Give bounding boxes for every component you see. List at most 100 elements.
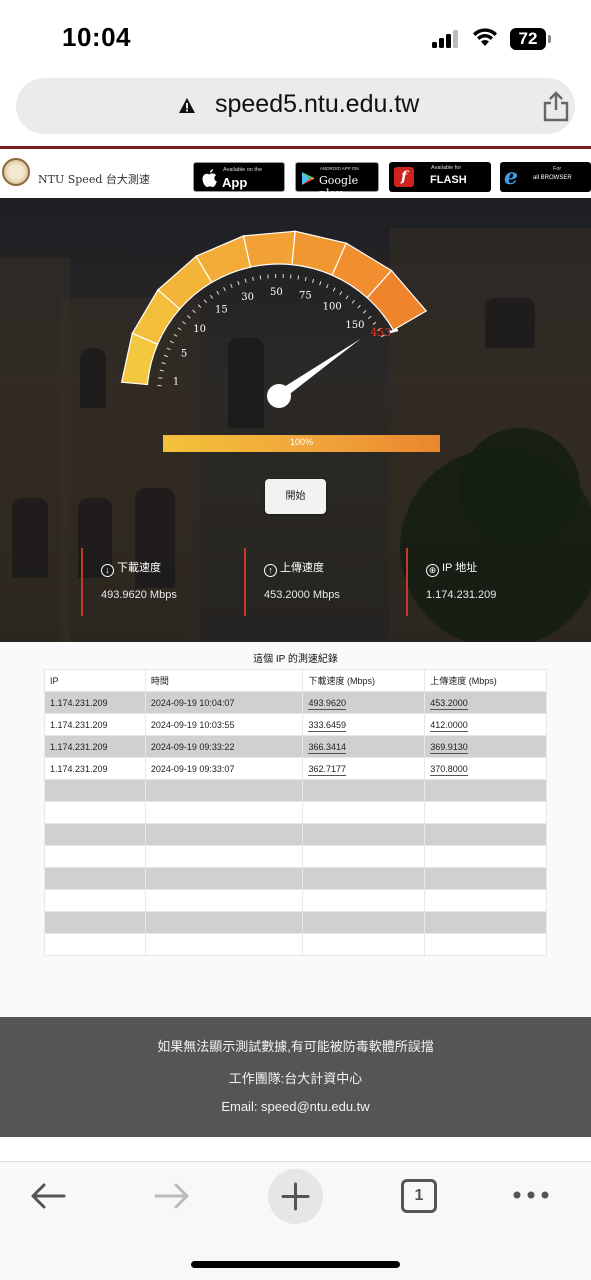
table-row-empty: [44, 801, 547, 824]
url-text[interactable]: speed5.ntu.edu.tw: [215, 90, 419, 119]
cell-time: 2024-09-19 09:33:22: [144, 735, 304, 758]
upload-speed-label: 上傳速度: [280, 562, 324, 574]
gauge-tick: [197, 304, 202, 308]
status-bar: 10:04 72: [0, 0, 591, 76]
gauge-tick: [332, 287, 336, 292]
all-browser-badge[interactable]: e For all BROWSER: [500, 162, 591, 192]
forward-arrow-icon[interactable]: [154, 1182, 190, 1210]
flash-big-label: FLASH: [430, 174, 467, 186]
gauge-tick: [357, 304, 361, 309]
wifi-icon: [473, 28, 497, 46]
table-row: 1.174.231.209 2024-09-19 09:33:07 362.71…: [44, 757, 547, 780]
google-play-small-label: ANDROID APP ON: [320, 166, 359, 171]
browser-address-area: speed5.ntu.edu.tw: [0, 76, 591, 146]
column-header-ip: IP: [44, 669, 146, 692]
cell-time: 2024-09-19 09:33:07: [144, 757, 304, 780]
gauge-tick: [159, 369, 164, 372]
gauge-tick: [297, 275, 300, 280]
ip-address-stat: ⊕ IP 地址 1.174.231.209: [406, 548, 566, 616]
cell-time: 2024-09-19 10:04:07: [144, 691, 304, 714]
column-header-time: 時間: [144, 669, 304, 692]
history-section: 這個 IP 的測速紀錄 IP 時間 下載速度 (Mbps) 上傳速度 (Mbps…: [0, 642, 591, 1017]
table-row: 1.174.231.209 2024-09-19 10:03:55 333.64…: [44, 713, 547, 736]
column-header-download: 下載速度 (Mbps): [302, 669, 426, 692]
browser-small-label: For: [553, 166, 562, 172]
site-header: NTU Speed 台大測速 Available on the App Stor…: [0, 146, 591, 205]
battery-indicator: 72: [510, 28, 551, 50]
new-tab-button[interactable]: [268, 1169, 323, 1224]
upload-arrow-icon: ↑: [264, 564, 277, 577]
gauge-tick: [209, 294, 214, 299]
cell-ip: 1.174.231.209: [44, 735, 146, 758]
gauge-tick: [259, 275, 262, 280]
history-table: IP 時間 下載速度 (Mbps) 上傳速度 (Mbps) 1.174.231.…: [44, 669, 547, 956]
speedtest-panel: 1 5 10 15 30 50 75 100 150 453 100% 開始 ↓ 下載速度 493.…: [0, 198, 591, 642]
flash-icon: f: [394, 167, 414, 187]
site-footer: 如果無法顯示測試數據,有可能被防毒軟體所誤擋 工作團隊:台大計資中心 Email…: [0, 1017, 591, 1137]
flash-badge[interactable]: f Available for FLASH: [389, 162, 491, 192]
app-store-small-label: Available on the: [223, 167, 263, 173]
cell-download: 362.7177: [308, 763, 347, 776]
gauge-tick: [372, 321, 377, 325]
gauge-tick: [223, 287, 226, 292]
cell-ip: 1.174.231.209: [44, 713, 146, 736]
share-icon[interactable]: [541, 90, 571, 122]
cell-ip: 1.174.231.209: [44, 757, 146, 780]
cell-download: 493.9620: [308, 697, 347, 710]
gauge-tick: [351, 299, 355, 304]
gauge-tick-label: 1: [173, 377, 179, 388]
status-time: 10:04: [62, 22, 131, 52]
gauge-tick: [362, 310, 367, 314]
antivirus-notice: 如果無法顯示測試數據,有可能被防毒軟體所誤擋: [157, 1039, 434, 1054]
browser-toolbar: 1: [0, 1161, 591, 1280]
app-store-badge[interactable]: Available on the App Store: [193, 162, 285, 205]
gauge-tick-label: 15: [215, 304, 228, 315]
internet-explorer-icon: e: [504, 164, 518, 190]
cell-download: 366.3414: [308, 741, 347, 754]
plus-icon: [281, 1182, 310, 1211]
gauge-hub: [267, 384, 291, 408]
gauge-tick: [237, 281, 240, 286]
gauge-tick: [177, 327, 182, 331]
tab-switcher-button[interactable]: 1: [401, 1179, 437, 1213]
download-speed-label: 下載速度: [117, 562, 161, 574]
gauge-tick: [252, 276, 254, 281]
gauge-tick: [367, 315, 372, 320]
column-header-upload: 上傳速度 (Mbps): [424, 669, 547, 692]
team-credit: 工作團隊:台大計資中心: [228, 1071, 363, 1086]
download-speed-value: 493.9620 Mbps: [101, 589, 177, 601]
gauge-tick-label: 75: [299, 290, 312, 301]
google-play-icon: [302, 172, 315, 185]
gauge-tick-label: 5: [181, 349, 187, 360]
gauge-tick: [319, 281, 322, 286]
cell-time: 2024-09-19 10:03:55: [144, 713, 304, 736]
more-options-icon[interactable]: [513, 1191, 549, 1199]
cell-upload: 370.8000: [430, 763, 468, 776]
back-arrow-icon[interactable]: [30, 1182, 66, 1210]
table-row-empty: [44, 933, 547, 956]
table-header-row: IP 時間 下載速度 (Mbps) 上傳速度 (Mbps): [44, 669, 547, 692]
upload-speed-stat: ↑ 上傳速度 453.2000 Mbps: [244, 548, 404, 616]
contact-email[interactable]: Email: speed@ntu.edu.tw: [0, 1099, 591, 1114]
gauge-tick-label: 10: [193, 324, 206, 335]
google-play-big-label: Google play: [319, 174, 359, 200]
gauge-tick: [244, 278, 247, 283]
gauge-tick: [186, 315, 191, 319]
url-bar[interactable]: speed5.ntu.edu.tw: [16, 78, 575, 134]
gauge-tick: [166, 347, 171, 351]
table-row-empty: [44, 845, 547, 868]
gauge-tick: [216, 290, 220, 295]
history-title: 這個 IP 的測速紀錄: [253, 654, 338, 665]
table-row-empty: [44, 823, 547, 846]
gauge-tick: [192, 309, 196, 314]
gauge-tick: [230, 283, 233, 288]
start-button[interactable]: 開始: [265, 479, 326, 514]
progress-bar: 100%: [163, 435, 440, 452]
gauge-tick: [312, 278, 315, 284]
google-play-badge[interactable]: ANDROID APP ON Google play: [295, 162, 379, 200]
download-speed-stat: ↓ 下載速度 493.9620 Mbps: [81, 548, 241, 616]
cell-upload: 412.0000: [430, 719, 468, 732]
gauge-tick: [158, 377, 163, 379]
ip-address-label: IP 地址: [442, 562, 478, 574]
gauge-tick: [339, 291, 343, 296]
